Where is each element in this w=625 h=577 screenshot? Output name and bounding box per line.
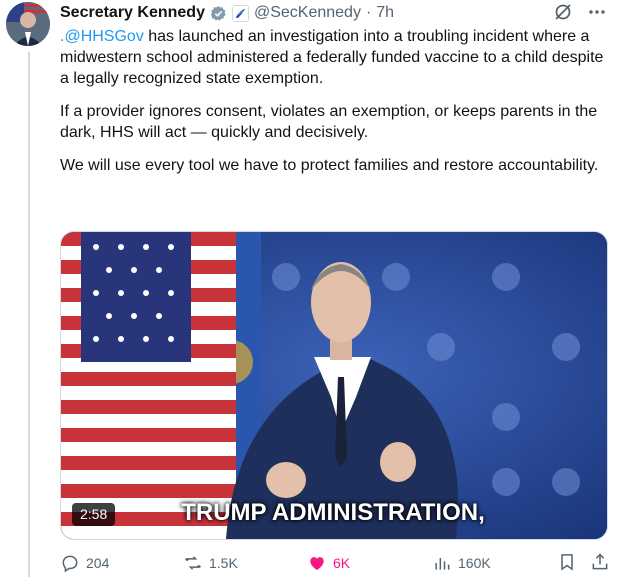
video-frame [61, 232, 607, 539]
tweet-header: Secretary Kennedy @SecKennedy · 7h [60, 2, 394, 24]
affiliate-badge-icon[interactable] [231, 4, 249, 22]
like-button[interactable]: 6K [307, 553, 350, 573]
top-actions [553, 2, 607, 27]
views-icon [435, 558, 450, 570]
video-caption: TRUMP ADMINISTRATION, [181, 499, 485, 526]
avatar[interactable] [6, 2, 50, 46]
mention-link[interactable]: .@HHSGov [60, 28, 144, 45]
share-icon[interactable] [590, 552, 610, 575]
heart-icon [310, 557, 324, 571]
views-button[interactable]: 160K [432, 553, 491, 573]
tweet-paragraph-1: .@HHSGov has launched an investigation i… [60, 26, 608, 89]
verified-badge-icon [210, 5, 227, 22]
grok-icon[interactable] [553, 2, 573, 27]
author-name[interactable]: Secretary Kennedy [60, 4, 205, 22]
tweet-paragraph-2: If a provider ignores consent, violates … [60, 103, 598, 141]
video-player[interactable] [60, 231, 608, 540]
avatar-image [6, 2, 50, 46]
post-time[interactable]: 7h [376, 4, 394, 22]
like-count: 6K [333, 555, 351, 571]
thread-line [28, 52, 30, 577]
repost-count: 1.5K [209, 555, 238, 571]
separator-dot: · [365, 4, 372, 21]
reply-icon [62, 555, 78, 573]
reply-count: 204 [86, 555, 110, 571]
repost-icon [184, 556, 202, 570]
tweet-body: .@HHSGov has launched an investigation i… [60, 26, 608, 188]
tweet-paragraph-3: We will use every tool we have to protec… [60, 157, 599, 174]
more-options-icon[interactable] [587, 2, 607, 27]
view-count: 160K [458, 555, 491, 571]
bookmark-icon[interactable] [557, 552, 577, 575]
reply-button[interactable]: 204 [60, 553, 109, 573]
tweet-actions: 204 1.5K 6K 160K [60, 550, 610, 576]
repost-button[interactable]: 1.5K [183, 553, 238, 573]
author-handle[interactable]: @SecKennedy [254, 4, 361, 22]
